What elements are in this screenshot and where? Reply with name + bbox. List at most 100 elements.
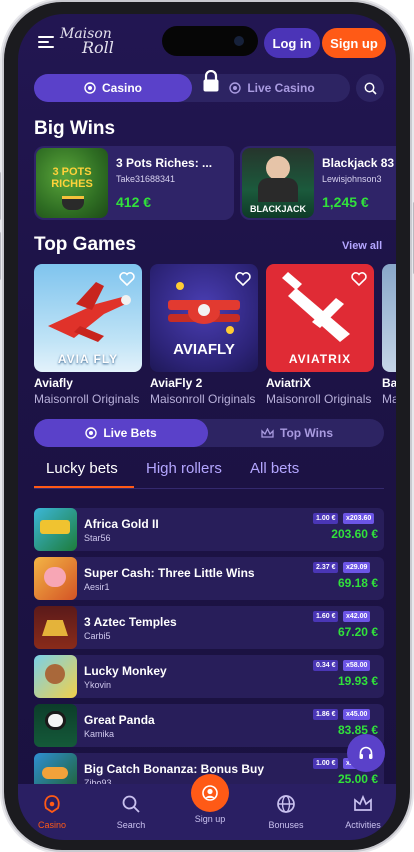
thumb-monkey [45,664,65,684]
camera-icon [234,36,244,46]
multiplier-badge: x58.00 [343,660,371,671]
game-card-label: AVIATRIX [288,352,352,366]
payout-amount: 19.93 € [337,674,378,688]
game-name: Aviafly [34,376,73,390]
bet-amount-badge: 1.00 € [313,513,339,524]
game-thumbnail [34,655,77,698]
nav-casino[interactable]: Casino [20,794,84,830]
game-thumbnail [34,557,77,600]
login-button[interactable]: Log in [264,28,320,58]
nav-signup-label: Sign up [194,814,226,824]
game-name: Ba [382,376,396,390]
win-username: Take31688341 [116,174,176,184]
tab-high-rollers[interactable]: High rollers [146,460,222,477]
search-button[interactable] [356,74,384,102]
payout-amount: 69.18 € [337,576,378,590]
nav-bonuses[interactable]: Bonuses [254,794,318,830]
bet-username: Carbi5 [84,631,111,641]
game-card-aviafly-2[interactable]: AVIAFLY [150,264,258,372]
game-thumbnail: BLACKJACK [242,148,314,218]
win-amount: 1,245 € [322,194,369,210]
tab-live-casino-label: Live Casino [247,81,315,95]
bet-username: Star56 [84,533,111,543]
tab-all-bets[interactable]: All bets [250,460,299,477]
dealer-figure [266,156,290,180]
bet-game-name: Africa Gold II [84,517,159,531]
thumb-temple [42,620,68,636]
big-win-card[interactable]: 3 POTS RICHES 3 Pots Riches: ... Take316… [34,146,234,220]
bet-username: Kamika [84,729,115,739]
game-provider: Maisonroll Originals [150,392,256,406]
big-wins-title: Big Wins [34,118,116,139]
game-card-partial[interactable] [382,264,396,372]
game-provider: Maisonroll Originals [34,392,140,406]
favorite-heart-icon[interactable] [234,270,252,288]
thumb-pig [44,567,66,587]
signup-button[interactable]: Sign up [322,28,386,58]
nav-signup[interactable]: Sign up [178,814,242,824]
game-thumbnail [34,508,77,551]
bet-row[interactable]: Africa Gold II Star56 1.00 € x203.60 203… [34,508,384,551]
phone-frame: Maison Roll Log in Sign up Casino Live C… [0,2,414,850]
game-card-aviatrix[interactable]: AVIATRIX [266,264,374,372]
category-tabs: Casino Live Casino [34,74,350,102]
crown-icon [261,427,274,438]
win-amount: 412 € [116,194,152,210]
thumb-badge [40,520,70,534]
bet-row[interactable]: Great Panda Kamika 1.86 € x45.00 83.85 € [34,704,384,747]
tabs-divider [34,488,384,489]
casino-chip-icon [84,82,96,94]
casino-chip-icon [85,427,98,439]
thumb-panda [45,711,66,730]
user-icon [202,785,218,801]
game-thumbnail [34,606,77,649]
signup-fab-button[interactable] [191,774,229,812]
big-win-card[interactable]: BLACKJACK Blackjack 83 Lewisjohnson3 1,2… [240,146,396,220]
tab-live-bets-label: Live Bets [103,426,157,440]
thumb-title: BLACKJACK [250,204,306,214]
lock-icon [203,70,219,92]
volume-button [0,232,1,280]
tab-live-bets[interactable]: Live Bets [34,419,208,447]
support-chat-button[interactable] [347,734,385,772]
crown-icon [354,794,372,811]
bet-amount-badge: 1.00 € [313,758,339,769]
nav-search[interactable]: Search [99,794,163,830]
tab-top-wins[interactable]: Top Wins [210,419,384,447]
favorite-heart-icon[interactable] [350,270,368,288]
payout-amount: 67.20 € [337,625,378,639]
win-username: Lewisjohnson3 [322,174,382,184]
game-provider: Ma [382,392,396,406]
view-all-link[interactable]: View all [342,240,382,252]
globe-icon [277,795,295,813]
nav-search-label: Search [116,820,146,830]
top-games-title: Top Games [34,234,137,255]
nav-bonuses-label: Bonuses [268,820,304,830]
favorite-heart-icon[interactable] [118,270,136,288]
thumb-title: 3 POTS RICHES [51,166,93,190]
bet-username: Aesir1 [84,582,110,592]
tab-casino[interactable]: Casino [34,74,192,102]
bet-row[interactable]: Lucky Monkey Ykovin 0.34 € x58.00 19.93 … [34,655,384,698]
win-game-title: 3 Pots Riches: ... [116,156,213,170]
nav-activities[interactable]: Activities [331,794,395,830]
menu-icon[interactable] [38,36,54,48]
game-name: AviaFly 2 [150,376,203,390]
game-thumbnail [34,704,77,747]
app-header: Maison Roll Log in Sign up [18,14,396,76]
bet-row[interactable]: 3 Aztec Temples Carbi5 1.60 € x42.00 67.… [34,606,384,649]
game-provider: Maisonroll Originals [266,392,372,406]
tab-top-wins-label: Top Wins [280,426,333,440]
nav-activities-label: Activities [345,820,381,830]
game-card-aviafly[interactable]: AVIA FLY [34,264,142,372]
multiplier-badge: x29.09 [343,562,371,573]
multiplier-badge: x203.60 [343,513,375,524]
tab-lucky-bets[interactable]: Lucky bets [46,460,118,477]
game-card-label: AVIAFLY [173,341,235,358]
bet-amount-badge: 2.37 € [313,562,339,573]
dealer-body [258,178,298,202]
headset-icon [359,746,373,759]
multiplier-badge: x45.00 [343,709,371,720]
brand-logo[interactable]: Maison Roll [60,27,130,60]
bet-row[interactable]: Super Cash: Three Little Wins Aesir1 2.3… [34,557,384,600]
